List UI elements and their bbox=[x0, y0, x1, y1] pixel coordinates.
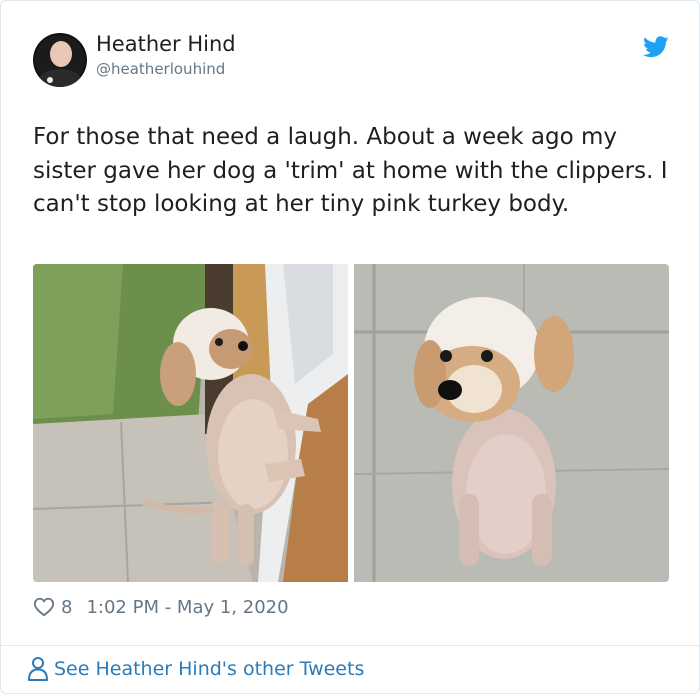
heart-icon[interactable] bbox=[33, 596, 55, 618]
twitter-bird-icon[interactable] bbox=[643, 36, 669, 58]
author-handle[interactable]: @heatherlouhind bbox=[96, 60, 225, 78]
avatar[interactable] bbox=[33, 33, 87, 87]
tweet-photos bbox=[33, 264, 669, 582]
dog-photo-2[interactable] bbox=[354, 264, 669, 582]
like-count[interactable]: 8 bbox=[61, 597, 72, 618]
divider bbox=[1, 645, 699, 646]
see-other-tweets-link[interactable]: See Heather Hind's other Tweets bbox=[26, 656, 364, 682]
tweet-meta: 8 1:02 PM - May 1, 2020 bbox=[33, 594, 289, 620]
tweet-card: Heather Hind @heatherlouhind For those t… bbox=[0, 0, 700, 694]
author-name[interactable]: Heather Hind bbox=[96, 32, 236, 56]
see-other-tweets-label[interactable]: See Heather Hind's other Tweets bbox=[54, 658, 364, 680]
person-icon bbox=[28, 657, 48, 681]
tweet-text: For those that need a laugh. About a wee… bbox=[33, 124, 668, 217]
dog-photo-1[interactable] bbox=[33, 264, 348, 582]
tweet-timestamp[interactable]: 1:02 PM - May 1, 2020 bbox=[86, 597, 288, 618]
